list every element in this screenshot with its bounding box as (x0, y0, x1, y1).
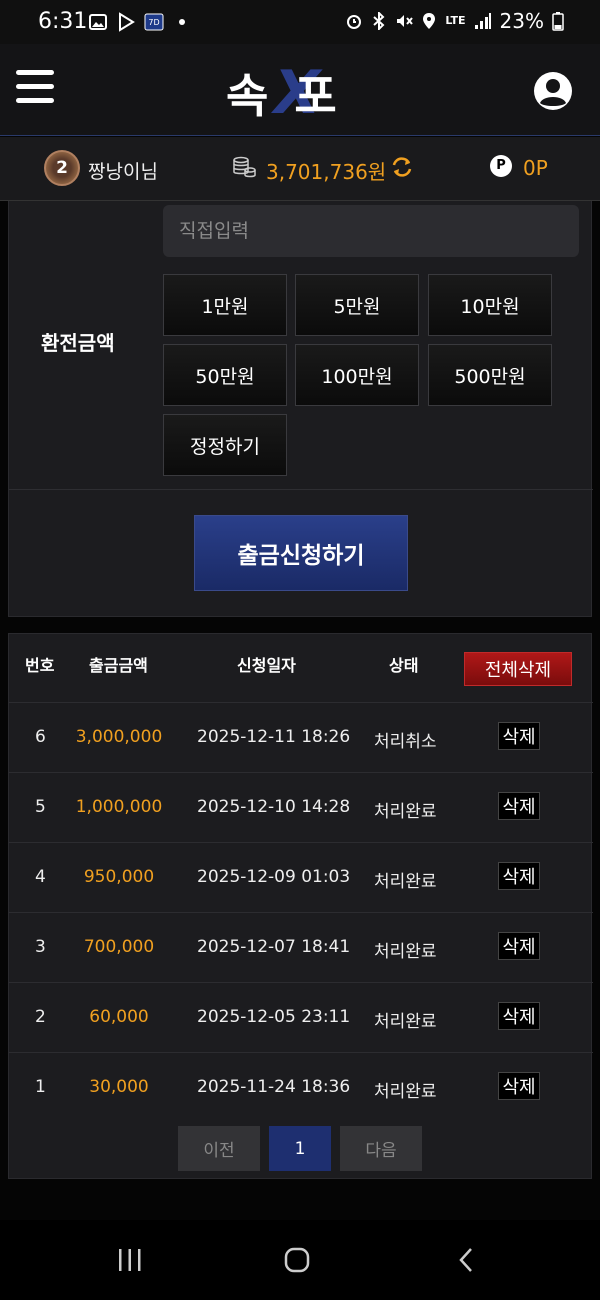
row-amount: 1,000,000 (75, 797, 163, 817)
row-status: 처리완료 (374, 942, 437, 962)
row-delete-button[interactable]: 삭제 (498, 932, 540, 960)
delete-all-button[interactable]: 전체삭제 (464, 652, 572, 686)
row-status: 처리취소 (374, 732, 437, 752)
table-row: 5 1,000,000 2025-12-10 14:28 처리완료 삭제 (9, 772, 593, 842)
row-date: 2025-12-09 01:03 (197, 867, 351, 887)
lte-label: LTE (445, 14, 466, 27)
table-row: 6 3,000,000 2025-12-11 18:26 처리취소 삭제 (9, 702, 593, 772)
site-logo[interactable]: X 속포 (226, 58, 376, 128)
row-date: 2025-12-11 18:26 (197, 727, 351, 747)
header-no: 번호 (25, 656, 55, 675)
coin-stack-icon (233, 156, 256, 178)
status-bar: 6:31 7D LTE 23% (0, 0, 600, 44)
dot-icon (179, 19, 185, 25)
svg-text:7D: 7D (148, 18, 159, 27)
row-delete-button[interactable]: 삭제 (498, 722, 540, 750)
gallery-icon (89, 14, 107, 30)
username: 짱낭이님 (88, 161, 158, 183)
page-1-button[interactable]: 1 (269, 1126, 331, 1171)
level-badge: 2 (44, 150, 80, 186)
row-date: 2025-11-24 18:36 (197, 1077, 351, 1097)
recent-apps-icon[interactable] (117, 1248, 143, 1272)
row-date: 2025-12-05 23:11 (197, 1007, 351, 1027)
row-amount: 30,000 (89, 1077, 149, 1097)
table-row: 4 950,000 2025-12-09 01:03 처리완료 삭제 (9, 842, 593, 912)
header-amount: 출금금액 (89, 656, 148, 675)
amount-100k-button[interactable]: 10만원 (428, 274, 552, 336)
row-date: 2025-12-07 18:41 (197, 937, 351, 957)
row-status: 처리완료 (374, 802, 437, 822)
row-amount: 60,000 (89, 1007, 149, 1027)
withdraw-form: 환전금액 1만원 5만원 10만원 50만원 100만원 500만원 정정하기 … (8, 201, 593, 617)
user-profile-icon[interactable] (532, 70, 574, 112)
amount-500k-button[interactable]: 50만원 (163, 344, 287, 406)
points-amount: 0P (523, 156, 548, 180)
row-delete-button[interactable]: 삭제 (498, 1072, 540, 1100)
mute-icon (397, 15, 414, 27)
balance-amount: 3,701,736원 (266, 160, 387, 184)
header-status: 상태 (389, 656, 419, 675)
amount-10k-button[interactable]: 1만원 (163, 274, 287, 336)
withdraw-history-table: 번호 출금금액 신청일자 상태 전체삭제 6 3,000,000 2025-12… (8, 633, 593, 1179)
table-row: 2 60,000 2025-12-05 23:11 처리완료 삭제 (9, 982, 593, 1052)
play-store-icon (119, 12, 135, 32)
battery-percent: 23% (499, 9, 544, 33)
reset-amount-button[interactable]: 정정하기 (163, 414, 287, 476)
battery-icon (552, 12, 564, 31)
row-amount: 3,000,000 (75, 727, 163, 747)
table-row: 3 700,000 2025-12-07 18:41 처리완료 삭제 (9, 912, 593, 982)
app-notification-icon: 7D (144, 13, 164, 31)
form-divider (9, 489, 593, 490)
location-icon (423, 13, 436, 29)
table-row: 1 30,000 2025-11-24 18:36 처리완료 삭제 (9, 1052, 593, 1122)
system-nav-bar (0, 1220, 600, 1300)
refresh-icon[interactable] (390, 155, 414, 179)
next-page-button[interactable]: 다음 (340, 1126, 422, 1171)
row-delete-button[interactable]: 삭제 (498, 792, 540, 820)
point-icon: P (490, 155, 512, 177)
app-header: X 속포 (0, 44, 600, 136)
row-delete-button[interactable]: 삭제 (498, 862, 540, 890)
logo-text: 속포 (226, 69, 337, 123)
row-status: 처리완료 (374, 1012, 437, 1032)
signal-icon (474, 13, 491, 29)
amount-5m-button[interactable]: 500만원 (428, 344, 552, 406)
row-date: 2025-12-10 14:28 (197, 797, 351, 817)
user-info-bar: 2 짱낭이님 3,701,736원 P 0P (0, 137, 600, 201)
home-icon[interactable] (284, 1247, 312, 1273)
alarm-icon (347, 15, 362, 29)
bluetooth-icon (373, 12, 385, 30)
amount-1m-button[interactable]: 100만원 (295, 344, 419, 406)
submit-withdraw-button[interactable]: 출금신청하기 (194, 515, 408, 591)
header-date: 신청일자 (237, 656, 296, 675)
amount-label: 환전금액 (41, 331, 115, 355)
hamburger-menu-icon[interactable] (16, 70, 54, 106)
amount-input[interactable] (163, 205, 579, 257)
row-status: 처리완료 (374, 872, 437, 892)
prev-page-button[interactable]: 이전 (178, 1126, 260, 1171)
row-delete-button[interactable]: 삭제 (498, 1002, 540, 1030)
status-time: 6:31 (38, 9, 88, 34)
back-icon[interactable] (456, 1247, 476, 1273)
pagination: 이전 1 다음 (9, 1126, 593, 1172)
amount-50k-button[interactable]: 5만원 (295, 274, 419, 336)
row-status: 처리완료 (374, 1082, 437, 1102)
row-amount: 950,000 (83, 867, 155, 887)
row-amount: 700,000 (83, 937, 155, 957)
